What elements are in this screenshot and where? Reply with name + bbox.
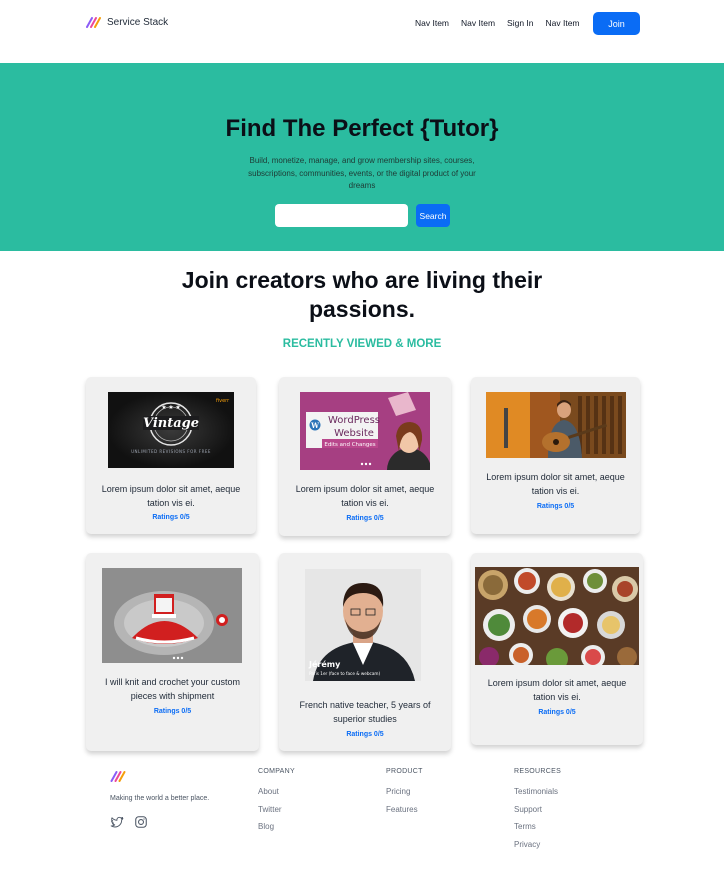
listing-card[interactable]: W WordPress Website Edits and Changes Lo… [279,377,451,536]
nav-item-4[interactable]: Nav Item [546,18,580,28]
card-description: Lorem ipsum dolor sit amet, aeque tation… [295,484,435,508]
twitter-icon[interactable] [110,815,124,829]
footer-link-features[interactable]: Features [386,805,423,814]
vintage-logo-image: Vintage ★ ★ ★ UNLIMITED REVISIONS FOR FR… [108,392,234,468]
card-description: French native teacher, 5 years of superi… [299,700,431,724]
footer-heading: RESOURCES [514,768,562,775]
crochet-dress-image [102,568,242,663]
sign-in-link[interactable]: Sign In [507,18,533,28]
card-description: I will knit and crochet your custom piec… [104,677,241,701]
nav-item-1[interactable]: Nav Item [415,18,449,28]
listing-card[interactable]: Jérémy Paris 1er (face to face & webcam)… [279,553,451,751]
footer-link-terms[interactable]: Terms [514,822,561,831]
brand-name: Service Stack [107,16,169,28]
svg-text:WordPress: WordPress [328,415,380,426]
food-image [475,567,639,665]
card-rating: Ratings 0/5 [152,514,190,521]
footer-link-twitter[interactable]: Twitter [258,805,295,814]
card-rating: Ratings 0/5 [346,731,384,738]
card-description: Lorem ipsum dolor sit amet, aeque tation… [487,678,627,702]
card-description: Lorem ipsum dolor sit amet, aeque tation… [486,472,625,496]
site-header: Service Stack Nav Item Nav Item Sign In … [0,0,724,63]
svg-text:Website: Website [334,428,374,439]
hero-subtitle: Build, monetize, manage, and grow member… [248,156,476,190]
footer-link-testimonials[interactable]: Testimonials [514,787,561,796]
footer-column-product: PRODUCT Pricing Features [386,768,423,822]
svg-text:Vintage: Vintage [143,416,199,431]
hero-banner: Find The Perfect {Tutor} Build, monetize… [0,63,724,251]
search-input[interactable] [275,204,408,227]
svg-text:Edits and Changes: Edits and Changes [324,442,375,448]
main-nav: Nav Item Nav Item Sign In Nav Item [415,18,592,28]
listing-card[interactable]: Vintage ★ ★ ★ UNLIMITED REVISIONS FOR FR… [86,377,256,534]
svg-text:★ ★ ★: ★ ★ ★ [161,404,180,411]
section-title: Join creators who are living their passi… [181,267,543,322]
footer-link-about[interactable]: About [258,787,295,796]
nav-item-2[interactable]: Nav Item [461,18,495,28]
tutor-portrait-image: Jérémy Paris 1er (face to face & webcam) [305,569,421,681]
stripes-logo-icon [86,17,101,28]
instagram-icon[interactable] [134,815,148,829]
listing-card[interactable]: Lorem ipsum dolor sit amet, aeque tation… [471,377,640,534]
listing-card[interactable]: Lorem ipsum dolor sit amet, aeque tation… [471,553,643,745]
footer-heading: PRODUCT [386,768,423,775]
search-button[interactable]: Search [416,204,450,227]
footer-link-blog[interactable]: Blog [258,822,295,831]
card-rating: Ratings 0/5 [153,708,192,715]
section-subtitle: RECENTLY VIEWED & MORE [282,338,442,350]
svg-text:Paris 1er (face to face & webc: Paris 1er (face to face & webcam) [309,671,380,676]
footer-tagline: Making the world a better place. [110,795,210,802]
footer-link-support[interactable]: Support [514,805,561,814]
card-rating: Ratings 0/5 [346,515,384,522]
svg-text:W: W [310,421,319,430]
card-rating: Ratings 0/5 [538,709,576,716]
footer-column-resources: RESOURCES Testimonials Support Terms Pri… [514,768,561,857]
brand[interactable]: Service Stack [86,16,168,28]
hero-title: Find The Perfect {Tutor} [225,115,499,142]
footer-link-pricing[interactable]: Pricing [386,787,423,796]
card-description: Lorem ipsum dolor sit amet, aeque tation… [101,484,241,508]
guitarist-image [486,392,626,458]
svg-text:fiverr: fiverr [216,398,230,404]
footer-heading: COMPANY [258,768,295,775]
stripes-logo-icon [110,771,126,782]
join-button[interactable]: Join [593,12,640,35]
listing-card[interactable]: I will knit and crochet your custom piec… [86,553,259,751]
wordpress-image: W WordPress Website Edits and Changes [300,392,430,470]
svg-text:UNLIMITED REVISIONS FOR FREE: UNLIMITED REVISIONS FOR FREE [131,449,211,454]
card-rating: Ratings 0/5 [536,503,575,510]
footer-column-company: COMPANY About Twitter Blog [258,768,295,840]
svg-text:Jérémy: Jérémy [308,659,341,669]
footer-link-privacy[interactable]: Privacy [514,840,561,849]
